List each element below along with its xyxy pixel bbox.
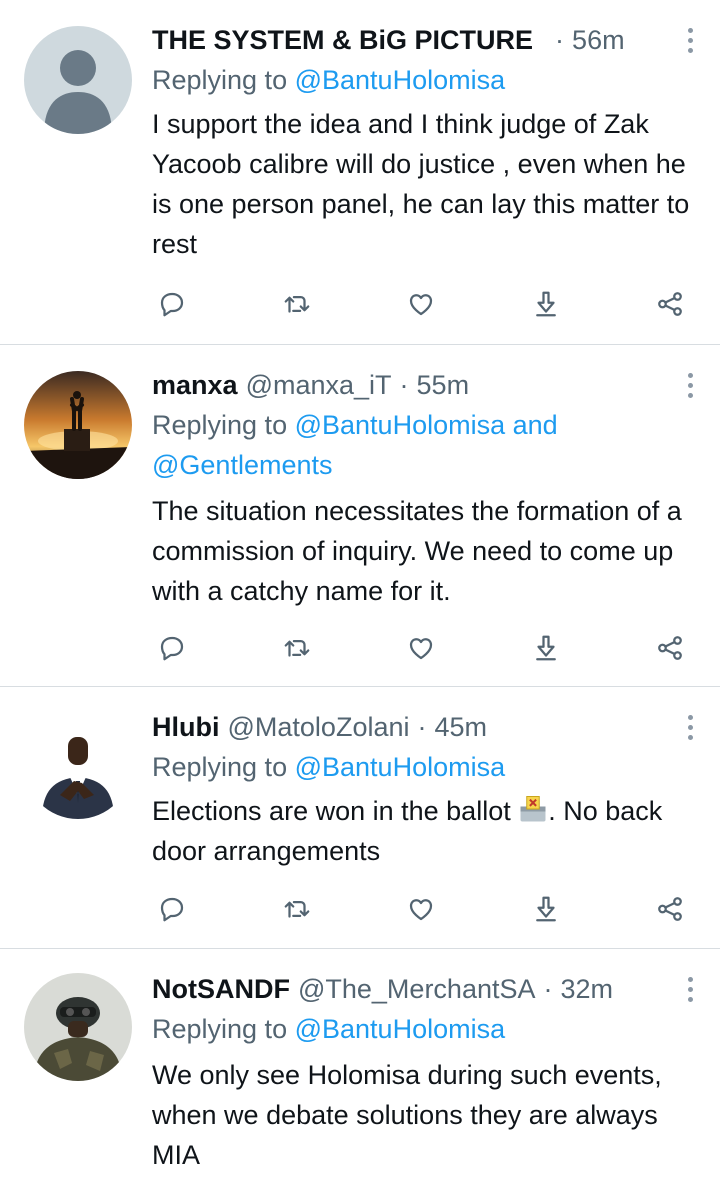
like-button[interactable] bbox=[401, 284, 441, 324]
replying-to: Replying to @BantuHolomisa bbox=[152, 60, 704, 100]
retweet-button[interactable] bbox=[277, 889, 317, 929]
share-button[interactable] bbox=[650, 628, 690, 668]
retweet-icon bbox=[284, 296, 309, 313]
tweet-content: THE SYSTEM & BiG PICTURE · 56m Replying … bbox=[152, 20, 704, 264]
download-icon bbox=[535, 896, 556, 922]
reply-button[interactable] bbox=[152, 284, 192, 324]
tweet-header: manxa @manxa_iT · 55m bbox=[152, 365, 704, 405]
mention-link[interactable]: @BantuHolomisa bbox=[295, 65, 506, 95]
download-button[interactable] bbox=[526, 889, 566, 929]
tweet[interactable]: NotSANDF @The_MerchantSA · 32m Replying … bbox=[0, 949, 720, 1194]
tweet-actions bbox=[152, 628, 690, 668]
reply-icon bbox=[160, 292, 184, 317]
mention-link[interactable]: @Gentlements bbox=[152, 450, 332, 480]
more-options-icon[interactable] bbox=[678, 707, 702, 747]
mention-link[interactable]: @BantuHolomisa bbox=[295, 1014, 506, 1044]
tweet-content: manxa @manxa_iT · 55m Replying to @Bantu… bbox=[152, 365, 704, 611]
more-options-icon[interactable] bbox=[678, 365, 702, 405]
user-handle[interactable]: @The_MerchantSA bbox=[298, 969, 536, 1009]
download-button[interactable] bbox=[526, 628, 566, 668]
reply-icon bbox=[160, 636, 184, 661]
separator-dot: · bbox=[555, 25, 565, 55]
retweet-button[interactable] bbox=[277, 284, 317, 324]
reply-button[interactable] bbox=[152, 889, 192, 929]
separator-dot: · bbox=[399, 370, 409, 400]
more-options-icon[interactable] bbox=[678, 969, 702, 1009]
like-icon bbox=[409, 294, 433, 316]
reply-button[interactable] bbox=[152, 628, 192, 668]
like-icon bbox=[409, 638, 433, 660]
tweet-text: The situation necessitates the formation… bbox=[152, 496, 682, 606]
mention-link[interactable]: @BantuHolomisa bbox=[295, 410, 506, 440]
avatar[interactable] bbox=[24, 711, 132, 819]
tweet-text: I support the idea and I think judge of … bbox=[152, 109, 690, 259]
timeline: THE SYSTEM & BiG PICTURE · 56m Replying … bbox=[0, 0, 720, 1194]
tweet-content: NotSANDF @The_MerchantSA · 32m Replying … bbox=[152, 969, 704, 1175]
reply-icon bbox=[160, 897, 184, 922]
display-name[interactable]: THE SYSTEM & BiG PICTURE bbox=[152, 20, 533, 60]
tweet-actions bbox=[152, 284, 690, 324]
like-button[interactable] bbox=[401, 628, 441, 668]
timestamp[interactable]: 56m bbox=[572, 20, 625, 60]
share-button[interactable] bbox=[650, 284, 690, 324]
retweet-icon bbox=[284, 901, 309, 918]
download-icon bbox=[535, 635, 556, 661]
retweet-icon bbox=[284, 640, 309, 657]
tweet-text: Elections are won in the ballot . No bac… bbox=[152, 791, 704, 871]
avatar[interactable] bbox=[24, 26, 132, 134]
avatar[interactable] bbox=[24, 973, 132, 1081]
replying-prefix: Replying to bbox=[152, 65, 288, 95]
tweet-content: Hlubi @MatoloZolani · 45m Replying to @B… bbox=[152, 707, 704, 871]
timestamp[interactable]: 45m bbox=[435, 707, 488, 747]
display-name[interactable]: Hlubi bbox=[152, 707, 220, 747]
suit-avatar-icon bbox=[24, 711, 132, 819]
tweet-header: NotSANDF @The_MerchantSA · 32m bbox=[152, 969, 704, 1009]
replying-prefix: Replying to bbox=[152, 1014, 288, 1044]
tweet-header: Hlubi @MatoloZolani · 45m bbox=[152, 707, 704, 747]
and-text: and bbox=[512, 410, 558, 440]
tweet[interactable]: manxa @manxa_iT · 55m Replying to @Bantu… bbox=[0, 345, 720, 687]
replying-to: Replying to @BantuHolomisa bbox=[152, 1009, 704, 1049]
separator-dot: · bbox=[417, 712, 427, 742]
download-icon bbox=[535, 291, 556, 317]
user-handle[interactable]: @MatoloZolani bbox=[228, 707, 410, 747]
retweet-button[interactable] bbox=[277, 628, 317, 668]
download-button[interactable] bbox=[526, 284, 566, 324]
tweet-text-part: Elections are won in the ballot bbox=[152, 796, 511, 826]
share-icon bbox=[658, 636, 682, 660]
share-icon bbox=[658, 292, 682, 316]
tweet-header: THE SYSTEM & BiG PICTURE · 56m bbox=[152, 20, 704, 60]
replying-prefix: Replying to bbox=[152, 410, 288, 440]
sunset-avatar-icon bbox=[24, 371, 132, 479]
mention-link[interactable]: @BantuHolomisa bbox=[295, 752, 506, 782]
more-options-icon[interactable] bbox=[678, 20, 702, 60]
replying-to: Replying to @BantuHolomisa bbox=[152, 747, 704, 787]
display-name[interactable]: manxa bbox=[152, 365, 238, 405]
share-icon bbox=[658, 897, 682, 921]
tweet[interactable]: Hlubi @MatoloZolani · 45m Replying to @B… bbox=[0, 687, 720, 949]
user-handle[interactable]: @manxa_iT bbox=[246, 365, 392, 405]
timestamp[interactable]: 55m bbox=[417, 365, 470, 405]
ballot-box-icon bbox=[520, 796, 546, 822]
tweet-text: We only see Holomisa during such events,… bbox=[152, 1060, 662, 1170]
separator-dot: · bbox=[543, 974, 553, 1004]
share-button[interactable] bbox=[650, 889, 690, 929]
like-icon bbox=[409, 899, 433, 921]
replying-to: Replying to @BantuHolomisa and @Gentleme… bbox=[152, 405, 704, 485]
soldier-avatar-icon bbox=[24, 973, 132, 1081]
replying-prefix: Replying to bbox=[152, 752, 288, 782]
like-button[interactable] bbox=[401, 889, 441, 929]
avatar[interactable] bbox=[24, 371, 132, 479]
timestamp[interactable]: 32m bbox=[561, 969, 614, 1009]
default-avatar-icon bbox=[24, 26, 132, 134]
display-name[interactable]: NotSANDF bbox=[152, 969, 290, 1009]
tweet[interactable]: THE SYSTEM & BiG PICTURE · 56m Replying … bbox=[0, 0, 720, 345]
tweet-actions bbox=[152, 889, 690, 929]
